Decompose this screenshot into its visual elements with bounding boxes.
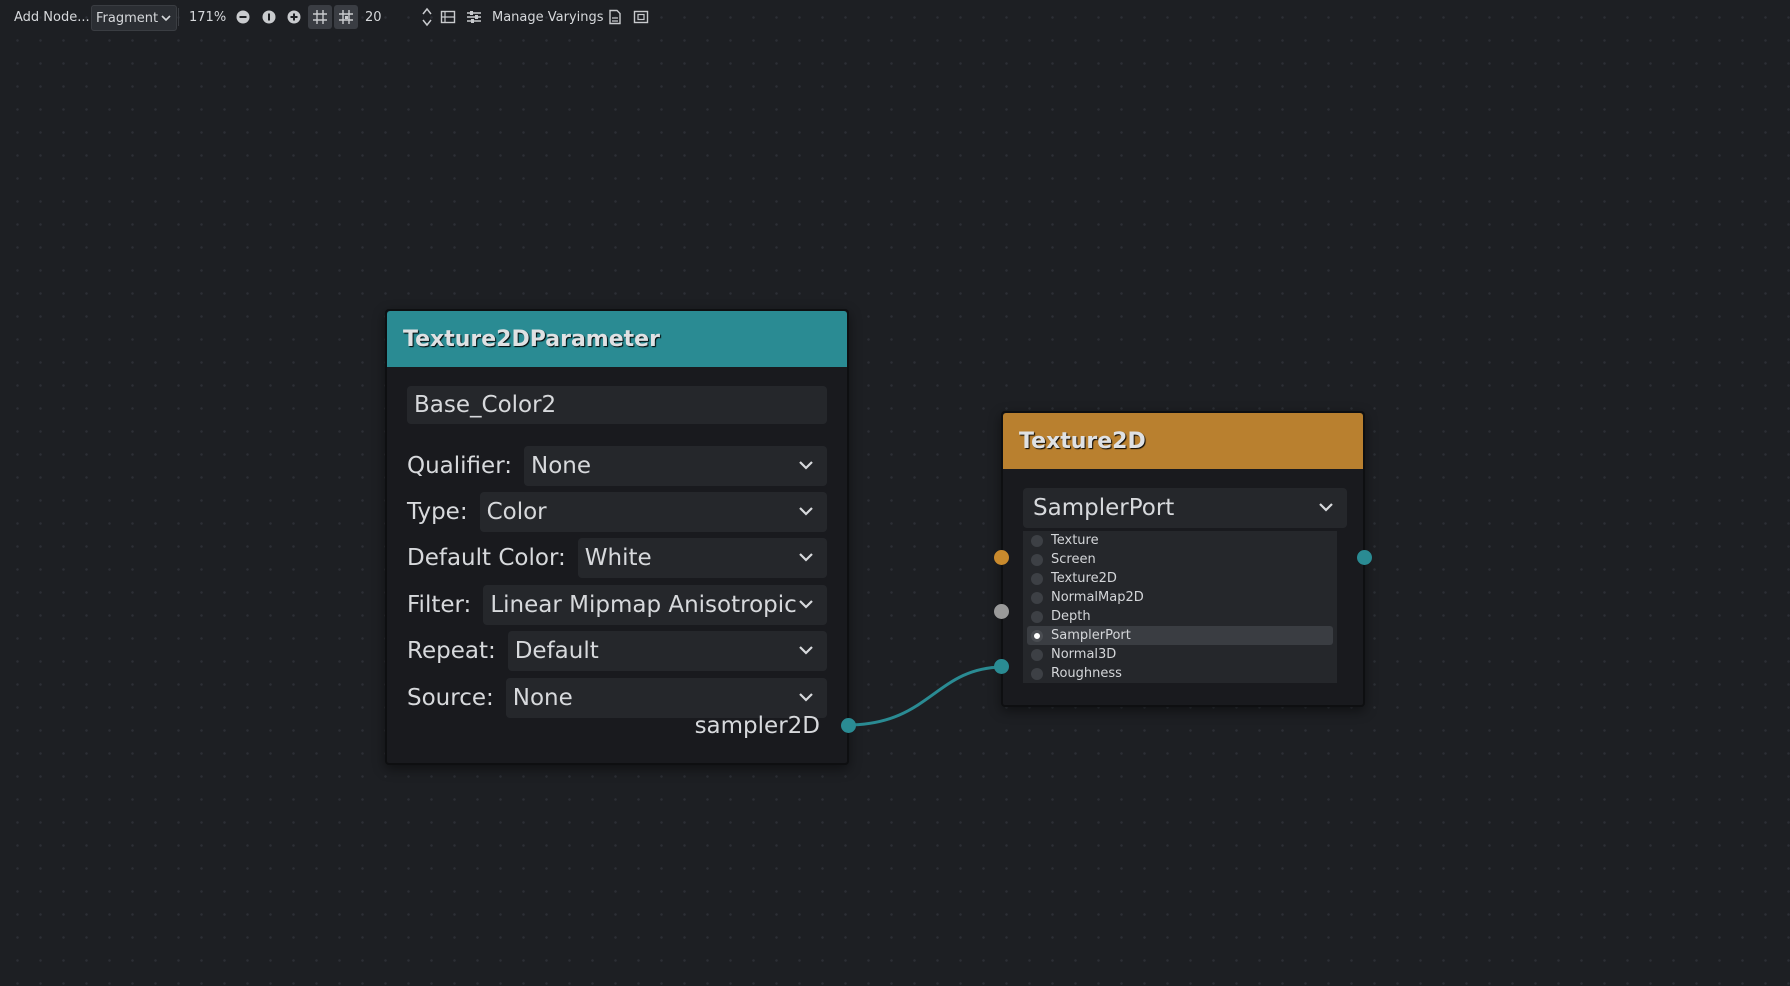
list-item[interactable]: Depth xyxy=(1023,607,1337,626)
chevron-down-icon xyxy=(799,507,813,516)
radio-selected-icon xyxy=(1031,629,1043,642)
list-item-label: Depth xyxy=(1051,609,1091,624)
list-item-label: Roughness xyxy=(1051,666,1122,681)
list-item-label: Normal3D xyxy=(1051,647,1117,662)
chevron-down-icon xyxy=(799,600,813,609)
color-output-port[interactable] xyxy=(1357,550,1372,565)
texture-source-dropdown[interactable]: SamplerPort xyxy=(1023,488,1347,528)
lod-input-port[interactable] xyxy=(994,604,1009,619)
repeat-row: Repeat: Default xyxy=(407,631,827,671)
qualifier-value: None xyxy=(531,453,592,479)
list-item-label: NormalMap2D xyxy=(1051,590,1144,605)
texture-source-value: SamplerPort xyxy=(1033,495,1175,521)
source-label: Source: xyxy=(407,685,494,711)
list-item[interactable]: Texture xyxy=(1023,531,1337,550)
list-item[interactable]: Screen xyxy=(1023,550,1337,569)
parameter-name-field[interactable]: Base_Color2 xyxy=(407,386,827,424)
sampler-input-port[interactable] xyxy=(994,659,1009,674)
qualifier-dropdown[interactable]: None xyxy=(524,446,827,486)
radio-icon xyxy=(1031,667,1043,680)
filter-row: Filter: Linear Mipmap Anisotropic xyxy=(407,585,827,625)
sampler2d-output-port[interactable] xyxy=(841,718,856,733)
list-item[interactable]: Roughness xyxy=(1023,664,1337,683)
node-title[interactable]: Texture2DParameter xyxy=(387,311,847,367)
type-row: Type: Color xyxy=(407,492,827,532)
list-item-label: SamplerPort xyxy=(1051,628,1131,643)
type-dropdown[interactable]: Color xyxy=(479,492,827,532)
connection-wire[interactable] xyxy=(0,0,1790,986)
filter-label: Filter: xyxy=(407,592,472,618)
list-item-selected[interactable]: SamplerPort xyxy=(1027,626,1333,645)
texture2d-parameter-node[interactable]: Texture2DParameter Base_Color2 Qualifier… xyxy=(385,309,856,765)
default-color-dropdown[interactable]: White xyxy=(577,538,827,578)
texture2d-node[interactable]: Texture2D SamplerPort Texture Screen Tex… xyxy=(994,411,1372,707)
qualifier-label: Qualifier: xyxy=(407,453,512,479)
chevron-down-icon xyxy=(799,693,813,702)
source-value: None xyxy=(512,685,573,711)
default-color-label: Default Color: xyxy=(407,545,566,571)
filter-value: Linear Mipmap Anisotropic xyxy=(490,592,797,618)
qualifier-row: Qualifier: None xyxy=(407,446,827,486)
type-value: Color xyxy=(486,499,547,525)
chevron-down-icon xyxy=(1319,503,1333,512)
radio-icon xyxy=(1031,572,1043,585)
radio-icon xyxy=(1031,591,1043,604)
list-item[interactable]: NormalMap2D xyxy=(1023,588,1337,607)
repeat-dropdown[interactable]: Default xyxy=(507,631,827,671)
list-item[interactable]: Normal3D xyxy=(1023,645,1337,664)
radio-icon xyxy=(1031,610,1043,623)
filter-dropdown[interactable]: Linear Mipmap Anisotropic xyxy=(483,585,827,625)
list-item-label: Texture2D xyxy=(1051,571,1117,586)
radio-icon xyxy=(1031,553,1043,566)
chevron-down-icon xyxy=(799,553,813,562)
default-color-row: Default Color: White xyxy=(407,538,827,578)
chevron-down-icon xyxy=(799,461,813,470)
chevron-down-icon xyxy=(799,646,813,655)
default-color-value: White xyxy=(584,545,652,571)
list-item-label: Texture xyxy=(1051,533,1099,548)
list-item-label: Screen xyxy=(1051,552,1096,567)
repeat-label: Repeat: xyxy=(407,638,496,664)
node-title[interactable]: Texture2D xyxy=(1003,413,1363,469)
source-row: Source: None xyxy=(407,678,827,718)
texture-source-list: Texture Screen Texture2D NormalMap2D Dep… xyxy=(1023,531,1337,683)
type-label: Type: xyxy=(407,499,468,525)
uv-input-port[interactable] xyxy=(994,550,1009,565)
radio-icon xyxy=(1031,648,1043,661)
repeat-value: Default xyxy=(514,638,599,664)
output-port-label: sampler2D xyxy=(694,713,820,739)
list-item[interactable]: Texture2D xyxy=(1023,569,1337,588)
radio-icon xyxy=(1031,534,1043,547)
source-dropdown[interactable]: None xyxy=(505,678,827,718)
